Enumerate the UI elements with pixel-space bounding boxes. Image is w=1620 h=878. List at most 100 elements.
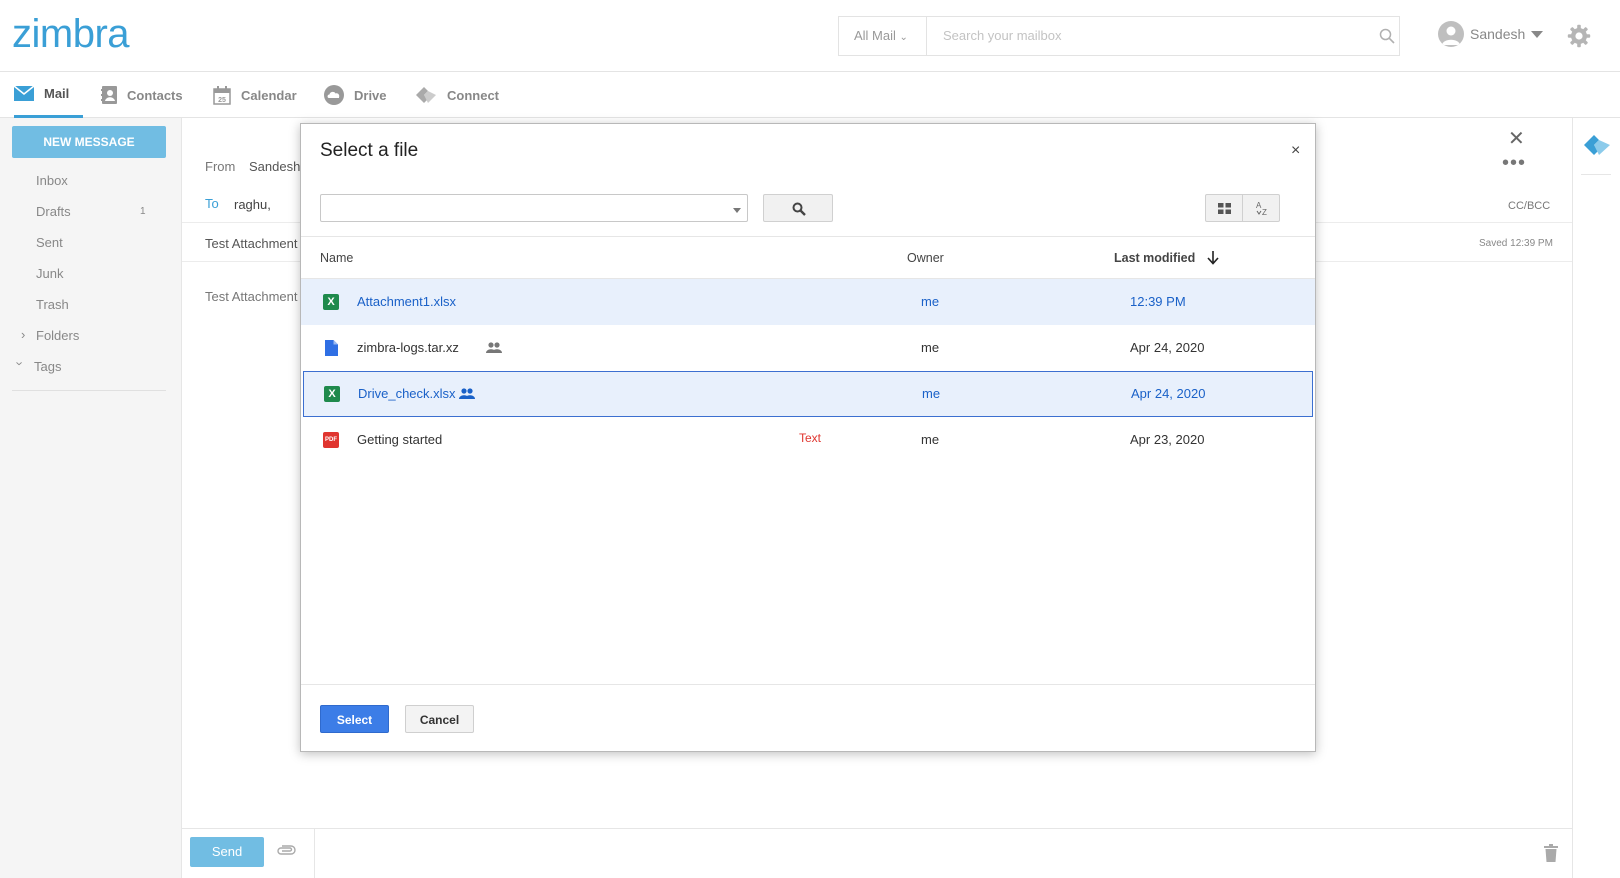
shared-people-icon [459, 388, 475, 399]
chevron-down-icon: ⌄ [899, 32, 908, 43]
chevron-down-icon[interactable]: › [13, 361, 28, 365]
file-filter-dropdown[interactable] [320, 194, 748, 222]
sidebar-item-folders[interactable]: Folders [36, 328, 79, 343]
mailbox-search: All Mail ⌄ Search your mailbox [838, 16, 1400, 56]
file-name: Drive_check.xlsx [358, 386, 456, 401]
caret-down-icon [1531, 30, 1544, 38]
close-icon[interactable]: × [1291, 142, 1300, 160]
file-row[interactable]: X Drive_check.xlsx me Apr 24, 2020 [303, 371, 1313, 417]
send-button[interactable]: Send [190, 837, 264, 867]
zimbra-logo[interactable]: zimbra [12, 12, 130, 57]
column-last-modified[interactable]: Last modified [1114, 237, 1195, 279]
right-rail [1572, 118, 1620, 878]
calendar-icon: 25 [213, 85, 231, 105]
mail-sidebar: NEW MESSAGE Inbox Drafts 1 Sent Junk Tra… [0, 118, 182, 878]
column-name[interactable]: Name [320, 237, 353, 279]
more-options-icon[interactable]: ••• [1502, 152, 1526, 175]
sort-descending-icon[interactable] [1207, 251, 1219, 265]
tab-mail[interactable]: Mail [14, 72, 84, 118]
file-modified: Apr 24, 2020 [1131, 386, 1206, 401]
excel-file-icon: X [324, 386, 340, 402]
column-owner[interactable]: Owner [907, 237, 944, 279]
file-name: Getting started [357, 432, 443, 447]
select-file-dialog: Select a file × A Z Name Owner Last modi… [300, 123, 1316, 752]
subject-field[interactable]: Test Attachment [205, 236, 298, 251]
file-modified: Apr 23, 2020 [1130, 432, 1205, 447]
from-label: From [205, 159, 236, 174]
search-input[interactable]: Search your mailbox [943, 17, 1062, 55]
dialog-title: Select a file [320, 140, 419, 161]
file-owner: me [921, 340, 940, 355]
user-name: Sandesh [1470, 26, 1526, 42]
cloud-icon [324, 85, 344, 105]
file-name: Attachment1.xlsx [357, 294, 456, 309]
search-scope-label: All Mail [854, 28, 896, 43]
excel-file-icon: X [323, 294, 339, 310]
document-file-icon [325, 340, 338, 356]
from-value[interactable]: Sandesh [249, 159, 300, 174]
sort-az-button[interactable]: A Z [1242, 194, 1280, 222]
tab-label: Calendar [241, 87, 297, 103]
file-owner: me [921, 294, 940, 309]
file-modified: 12:39 PM [1130, 294, 1186, 309]
connect-icon[interactable] [1583, 134, 1611, 156]
file-row[interactable]: X Attachment1.xlsx me 12:39 PM [301, 279, 1315, 325]
new-message-button[interactable]: NEW MESSAGE [12, 126, 166, 158]
caret-down-icon [733, 208, 741, 213]
pdf-file-icon: PDF [323, 432, 339, 448]
shared-people-icon [486, 342, 502, 353]
to-label[interactable]: To [205, 196, 219, 211]
divider [1581, 174, 1611, 175]
sort-az-icon: A Z [1256, 201, 1267, 217]
tab-label: Drive [354, 87, 387, 103]
file-owner: me [922, 386, 941, 401]
dialog-footer: Select Cancel [301, 684, 1315, 752]
sidebar-item-drafts[interactable]: Drafts [36, 204, 71, 219]
grid-view-button[interactable] [1205, 194, 1243, 222]
envelope-icon [14, 86, 34, 101]
message-body[interactable]: Test Attachment [205, 289, 298, 304]
gear-icon[interactable] [1567, 24, 1591, 48]
cc-bcc-link[interactable]: CC/BCC [1508, 200, 1550, 212]
compose-toolbar: Send [182, 828, 1572, 878]
search-icon [792, 202, 806, 216]
file-modified: Apr 24, 2020 [1130, 340, 1205, 355]
user-menu[interactable]: Sandesh [1438, 20, 1544, 48]
svg-text:Z: Z [1262, 208, 1267, 217]
sidebar-item-inbox[interactable]: Inbox [36, 173, 68, 188]
close-compose-icon[interactable]: ✕ [1508, 126, 1525, 151]
app-tabs: Mail Contacts 25 Calendar Drive Connect [0, 72, 1620, 118]
tab-drive[interactable]: Drive [324, 72, 387, 118]
select-button[interactable]: Select [320, 705, 389, 733]
paperclip-icon[interactable] [276, 844, 296, 856]
cancel-button[interactable]: Cancel [405, 705, 474, 733]
user-icon [1442, 26, 1460, 45]
sidebar-divider [12, 390, 166, 391]
chevron-right-icon[interactable]: › [21, 327, 25, 342]
to-field[interactable]: raghu, [234, 197, 271, 212]
grid-icon [1218, 203, 1231, 214]
file-search-button[interactable] [763, 194, 833, 222]
divider [314, 829, 315, 878]
tab-contacts[interactable]: Contacts [101, 72, 183, 118]
svg-text:25: 25 [218, 97, 226, 104]
top-header: zimbra All Mail ⌄ Search your mailbox Sa… [0, 0, 1620, 72]
sidebar-item-tags[interactable]: Tags [34, 359, 61, 374]
tab-calendar[interactable]: 25 Calendar [213, 72, 297, 118]
file-tag: Text [799, 431, 822, 445]
avatar [1438, 21, 1464, 47]
file-table-header: Name Owner Last modified [301, 236, 1315, 279]
file-row[interactable]: PDF Getting started Text me Apr 23, 2020 [301, 417, 1315, 463]
tab-label: Contacts [127, 87, 183, 103]
file-owner: me [921, 432, 940, 447]
file-name: zimbra-logs.tar.xz [357, 340, 459, 355]
tab-connect[interactable]: Connect [415, 72, 499, 118]
search-icon[interactable] [1379, 28, 1395, 44]
sidebar-item-junk[interactable]: Junk [36, 266, 63, 281]
sidebar-item-sent[interactable]: Sent [36, 235, 63, 250]
file-row[interactable]: zimbra-logs.tar.xz me Apr 24, 2020 [301, 325, 1315, 371]
trash-icon[interactable] [1544, 844, 1558, 862]
search-scope-dropdown[interactable]: All Mail ⌄ [839, 17, 927, 55]
drafts-count-badge: 1 [140, 206, 146, 217]
sidebar-item-trash[interactable]: Trash [36, 297, 69, 312]
